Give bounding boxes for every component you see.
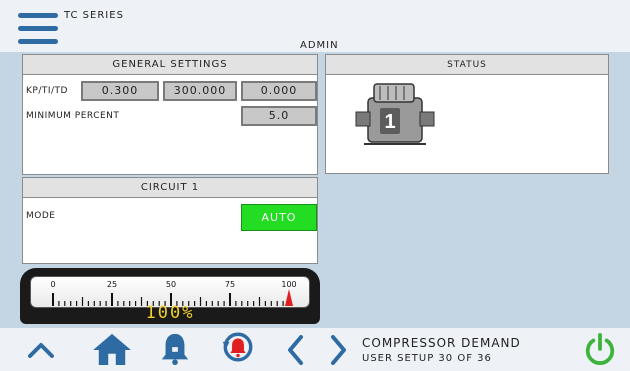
kp-value-field[interactable]: 0.300 bbox=[81, 81, 159, 101]
general-settings-panel: GENERAL SETTINGS KP/TI/TD 0.300 300.000 … bbox=[22, 54, 318, 175]
panel-title: CIRCUIT 1 bbox=[23, 178, 317, 198]
alarm-reset-icon[interactable] bbox=[218, 330, 258, 364]
bell-icon[interactable] bbox=[158, 332, 192, 366]
gauge-tick-label: 75 bbox=[225, 280, 235, 289]
minimum-percent-label: MINIMUM PERCENT bbox=[26, 111, 120, 121]
menu-icon[interactable] bbox=[18, 13, 58, 45]
series-title: TC SERIES bbox=[64, 10, 124, 21]
screen-title: COMPRESSOR DEMAND bbox=[362, 336, 521, 350]
kp-ti-td-label: KP/TI/TD bbox=[26, 86, 68, 96]
compressor-number: 1 bbox=[384, 111, 395, 133]
home-icon[interactable] bbox=[90, 332, 134, 366]
gauge-tick-label: 100 bbox=[281, 280, 296, 289]
chevron-left-icon[interactable] bbox=[284, 333, 308, 367]
chevron-up-icon[interactable] bbox=[24, 333, 58, 367]
main-area: GENERAL SETTINGS KP/TI/TD 0.300 300.000 … bbox=[0, 52, 630, 328]
user-level: ADMIN bbox=[300, 40, 339, 51]
compressor-icon: 1 bbox=[355, 83, 435, 145]
status-panel: STATUS 1 bbox=[325, 54, 609, 174]
screen-page-indicator: USER SETUP 30 OF 36 bbox=[362, 353, 492, 364]
panel-title: GENERAL SETTINGS bbox=[23, 55, 317, 75]
top-bar: TC SERIES ADMIN bbox=[0, 0, 630, 52]
gauge-tick-label: 0 bbox=[50, 280, 55, 289]
mode-label: MODE bbox=[26, 211, 56, 221]
ti-value-field[interactable]: 300.000 bbox=[163, 81, 237, 101]
gauge-readout: 100% bbox=[145, 303, 195, 323]
td-value-field[interactable]: 0.000 bbox=[241, 81, 317, 101]
chevron-right-icon[interactable] bbox=[326, 333, 350, 367]
demand-gauge: 0 25 50 75 100 100% bbox=[20, 268, 320, 324]
bottom-bar: COMPRESSOR DEMAND USER SETUP 30 OF 36 bbox=[0, 328, 630, 371]
mode-auto-button[interactable]: AUTO bbox=[241, 204, 317, 231]
gauge-tick-label: 50 bbox=[166, 280, 176, 289]
panel-title: STATUS bbox=[326, 55, 608, 75]
minimum-percent-field[interactable]: 5.0 bbox=[241, 106, 317, 126]
circuit-panel: CIRCUIT 1 MODE AUTO bbox=[22, 177, 318, 264]
power-icon[interactable] bbox=[582, 332, 618, 366]
gauge-tick-label: 25 bbox=[107, 280, 117, 289]
